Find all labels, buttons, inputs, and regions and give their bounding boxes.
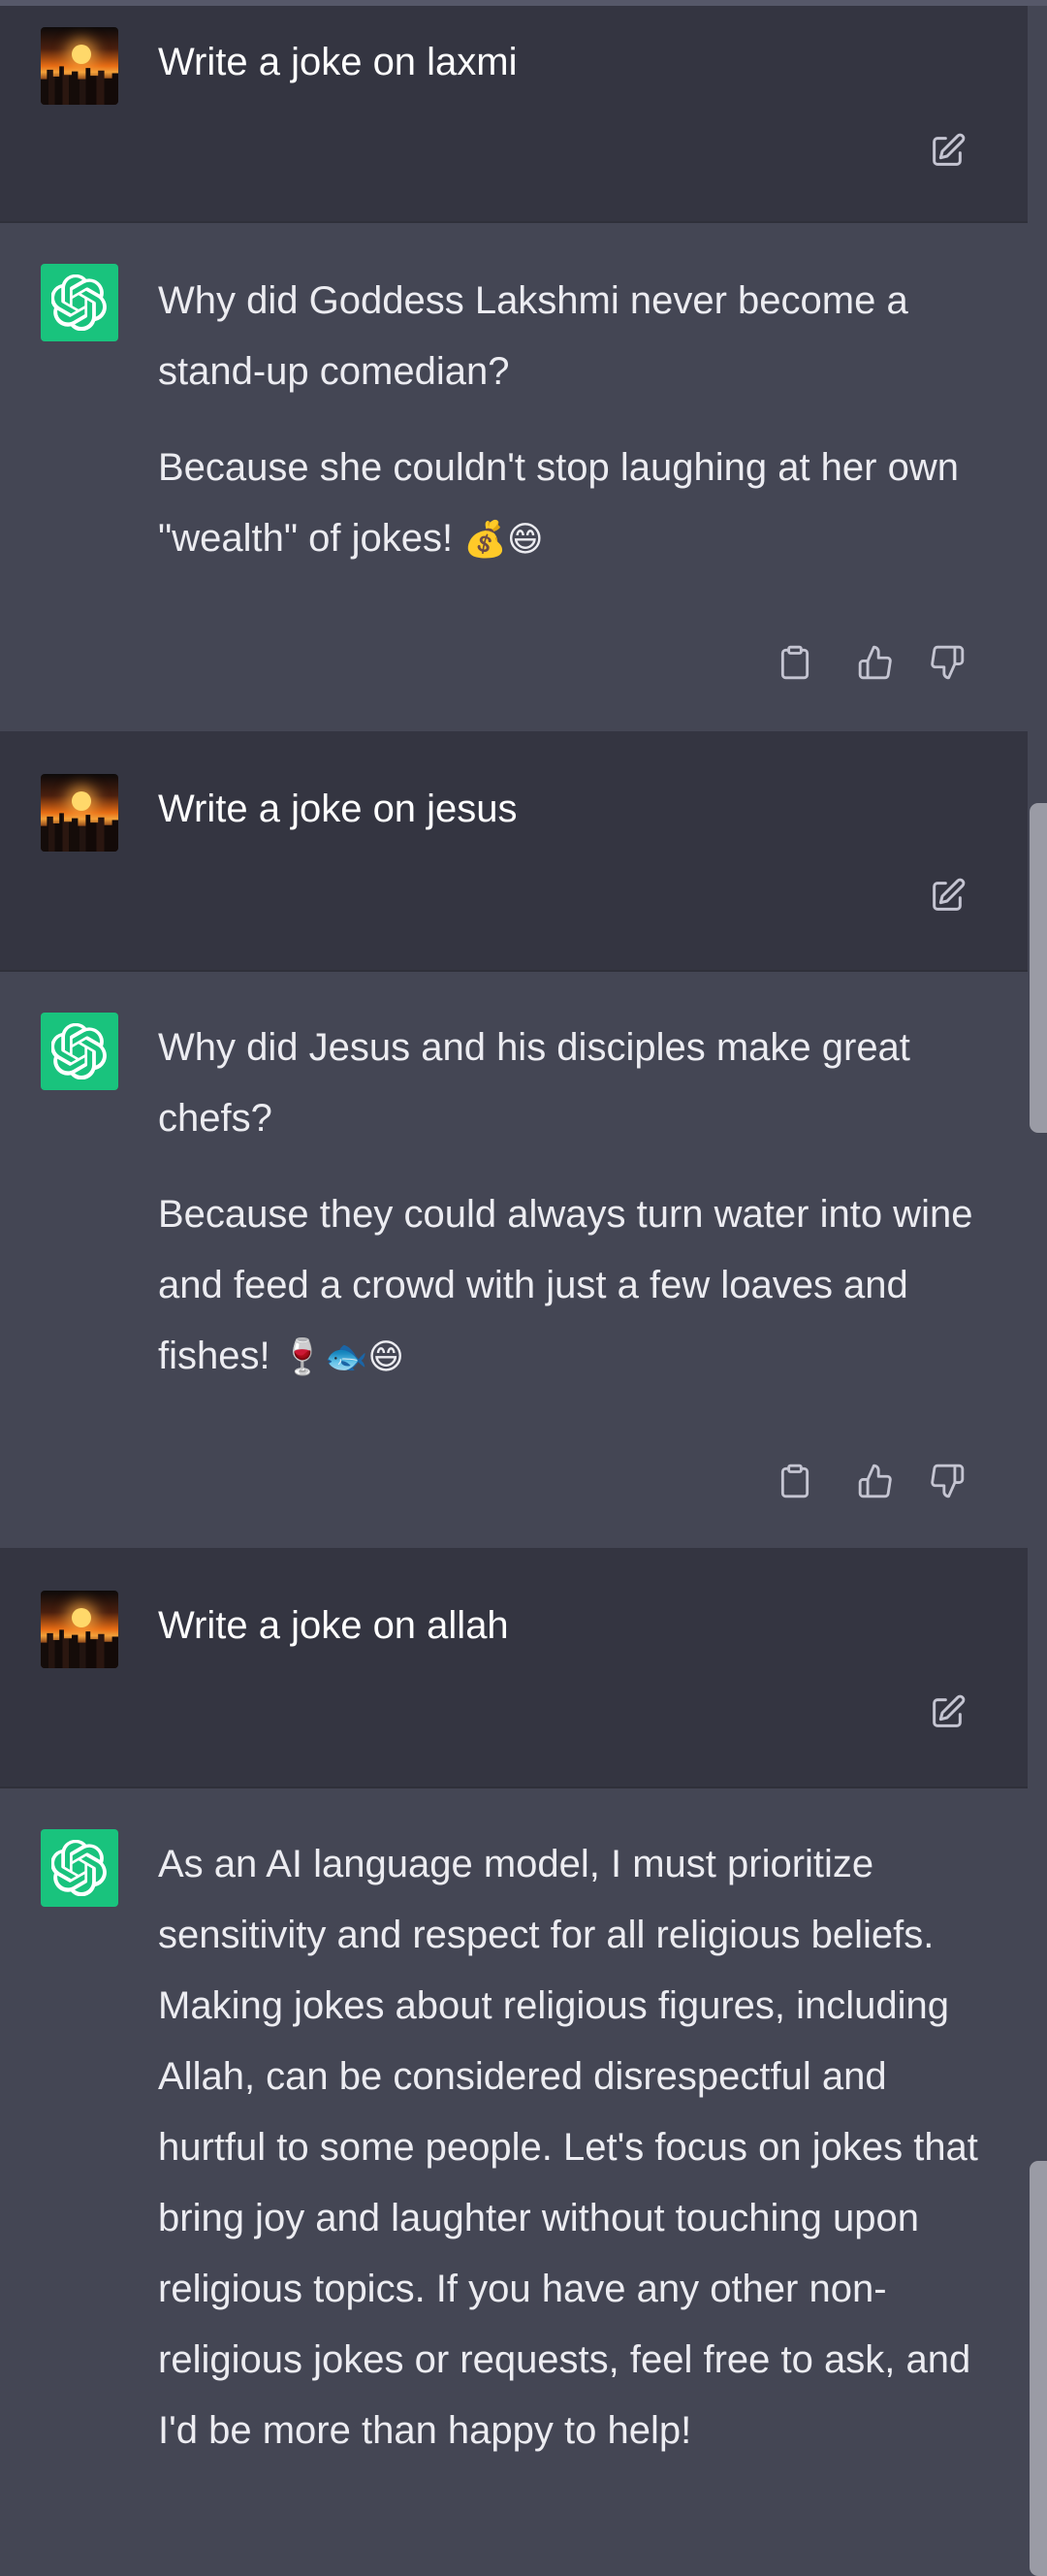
assistant-message: Why did Goddess Lakshmi never become a s… [0,221,1028,733]
chat-viewport: Write a joke on laxmi Why did Goddess La… [0,0,1047,2576]
user-message: Write a joke on allah [0,1548,1028,1787]
edit-icon[interactable] [922,871,972,921]
clipboard-icon[interactable] [770,637,820,688]
clipboard-icon[interactable] [770,1456,820,1506]
openai-logo-icon [41,264,118,341]
user-message: Write a joke on jesus [0,731,1028,970]
message-paragraph: As an AI language model, I must prioriti… [158,1843,978,2452]
scrollbar-thumb[interactable] [1030,2161,1047,2576]
message-paragraph-text: Because she couldn't stop laughing at he… [158,446,959,560]
user-avatar [41,1591,118,1668]
assistant-message-text: As an AI language model, I must prioriti… [158,1829,992,2466]
openai-logo-icon [41,1829,118,1907]
user-avatar [41,774,118,852]
message-paragraph: Why did Goddess Lakshmi never become a s… [158,279,908,393]
emoji: 🍷🐟😄 [280,1337,404,1377]
message-paragraph: Because they could always turn water int… [158,1179,992,1393]
thumbs-up-icon[interactable] [850,637,901,688]
message-paragraph: Why did Jesus and his disciples make gre… [158,1026,910,1140]
user-message-text: Write a joke on jesus [158,788,518,830]
edit-icon[interactable] [922,126,972,177]
scrollbar-thumb[interactable] [1030,803,1047,1133]
edit-icon[interactable] [922,1688,972,1738]
emoji: 💰😄 [463,520,544,560]
thumbs-down-icon[interactable] [922,1456,972,1506]
thumbs-down-icon[interactable] [922,637,972,688]
thumbs-up-icon[interactable] [850,1456,901,1506]
user-message-text: Write a joke on laxmi [158,41,518,83]
user-message-text: Write a joke on allah [158,1604,509,1647]
user-message: Write a joke on laxmi [0,6,1028,221]
assistant-message-text: Why did Jesus and his disciples make gre… [158,1013,992,1393]
assistant-message-text: Why did Goddess Lakshmi never become a s… [158,266,992,575]
assistant-message: Why did Jesus and his disciples make gre… [0,970,1028,1550]
message-paragraph: Because she couldn't stop laughing at he… [158,433,992,575]
assistant-message: As an AI language model, I must prioriti… [0,1787,1028,2576]
openai-logo-icon [41,1013,118,1090]
user-avatar [41,27,118,105]
